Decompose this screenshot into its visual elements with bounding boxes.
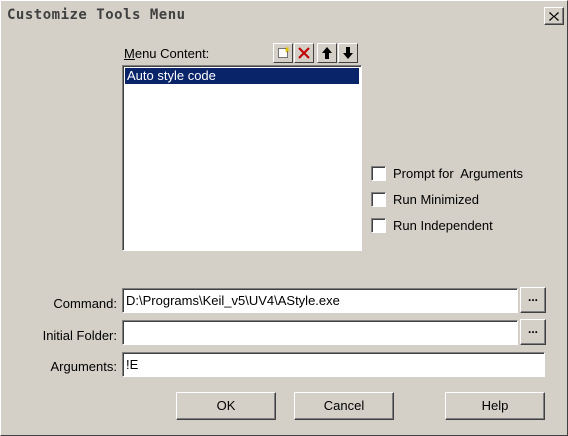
initial-folder-input[interactable] [122,320,518,345]
arguments-label: Arguments: [50,359,117,374]
prompt-for-arguments-checkbox[interactable] [371,166,386,181]
initial-folder-browse-button[interactable]: ... [520,319,546,345]
run-minimized-checkbox[interactable] [371,192,386,207]
close-button[interactable] [544,7,564,25]
run-independent-label: Run Independent [393,218,493,233]
move-up-icon [322,47,332,59]
ok-button[interactable]: OK [176,392,276,420]
run-minimized-label: Run Minimized [393,192,479,207]
cancel-button[interactable]: Cancel [294,392,394,420]
initial-folder-label: Initial Folder: [42,328,117,343]
delete-item-button[interactable] [294,43,314,63]
command-label: Command: [53,296,117,311]
window-title: Customize Tools Menu [7,7,186,23]
command-input[interactable]: D:\Programs\Keil_v5\UV4\AStyle.exe [122,288,518,313]
list-item[interactable]: Auto style code [125,68,359,84]
delete-item-icon [298,47,310,59]
move-up-button[interactable] [317,43,337,63]
customize-tools-dialog: Customize Tools Menu Menu Content: Auto … [0,0,568,436]
menu-content-header: Menu Content: [122,43,362,65]
arguments-input[interactable]: !E [122,352,545,377]
run-independent-checkbox[interactable] [371,218,386,233]
prompt-for-arguments-label: Prompt for Arguments [393,166,524,181]
move-down-icon [343,47,353,59]
help-button[interactable]: Help [445,392,545,420]
title-bar[interactable]: Customize Tools Menu [3,3,565,27]
new-item-icon [278,46,290,58]
close-icon [549,11,559,21]
menu-content-list[interactable]: Auto style code [122,65,362,251]
move-down-button[interactable] [338,43,358,63]
menu-content-label: Menu Content: [124,46,210,61]
command-browse-button[interactable]: ... [520,287,546,313]
new-item-button[interactable] [273,43,293,63]
